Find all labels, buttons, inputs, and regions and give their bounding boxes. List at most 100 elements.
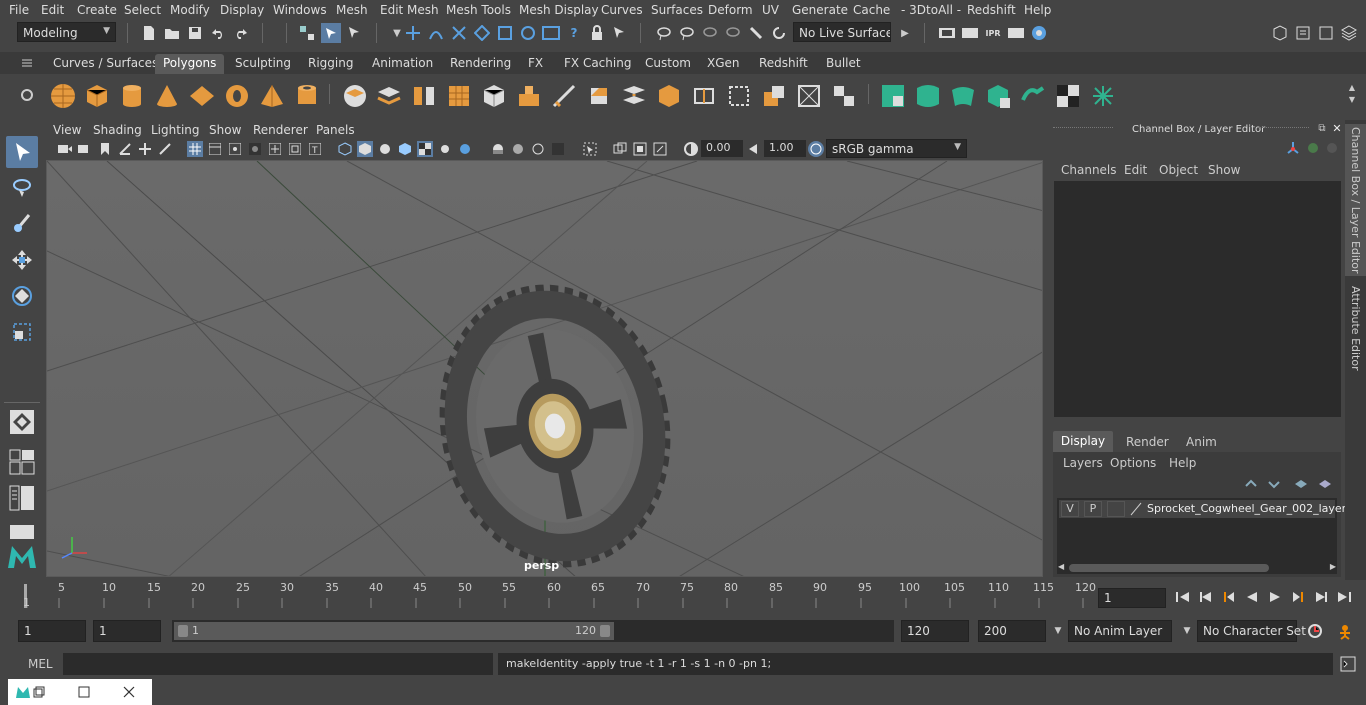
render-frame-icon[interactable]: [961, 24, 979, 42]
menu-edit[interactable]: Edit: [1124, 163, 1147, 177]
go-to-end-icon[interactable]: [1335, 588, 1353, 606]
play-forward-icon[interactable]: [1266, 588, 1284, 606]
tab-display[interactable]: Display: [1053, 431, 1113, 452]
render-settings-icon[interactable]: [938, 24, 956, 42]
camera-icon[interactable]: [57, 141, 73, 157]
channel-list[interactable]: [1054, 181, 1341, 417]
range-slider-thumb[interactable]: 1 120: [174, 622, 614, 640]
character-set-dropdown[interactable]: No Character Set: [1197, 620, 1306, 642]
gamma-icon[interactable]: [746, 141, 762, 157]
tab-render[interactable]: Render: [1126, 435, 1169, 449]
snap-surface-icon[interactable]: [496, 24, 514, 42]
shelf-menu-icon[interactable]: [18, 54, 36, 72]
close-icon[interactable]: [120, 683, 138, 701]
uv-unfold-icon[interactable]: [1017, 80, 1049, 112]
tab-anim[interactable]: Anim: [1186, 435, 1217, 449]
color-management-icon[interactable]: [808, 141, 824, 157]
range-handle-left[interactable]: [178, 625, 188, 637]
panel-grip[interactable]: [1259, 127, 1309, 131]
zoom-fit-icon[interactable]: [652, 141, 668, 157]
render-view-icon[interactable]: [1007, 24, 1025, 42]
menu-help[interactable]: Help: [1169, 456, 1196, 470]
image-plane-icon[interactable]: [117, 141, 133, 157]
uv-spherical-icon[interactable]: [947, 80, 979, 112]
uv-auto-icon[interactable]: [982, 80, 1014, 112]
append-icon[interactable]: [688, 80, 720, 112]
restore-icon[interactable]: [30, 683, 48, 701]
exposure-field[interactable]: 0.00: [701, 140, 743, 157]
tab-fx-caching[interactable]: FX Caching: [556, 54, 639, 74]
menu-edit[interactable]: Edit: [41, 3, 64, 17]
tab-animation[interactable]: Animation: [364, 54, 441, 74]
extrude-icon[interactable]: [513, 80, 545, 112]
tab-rigging[interactable]: Rigging: [300, 54, 361, 74]
combine-icon[interactable]: [339, 80, 371, 112]
lasso-icon[interactable]: [724, 24, 742, 42]
offset-edge-icon[interactable]: [758, 80, 790, 112]
select-hierarchy-icon[interactable]: [298, 24, 316, 42]
snap-view-icon[interactable]: [519, 24, 537, 42]
grid-icon[interactable]: [187, 141, 203, 157]
tab-bullet[interactable]: Bullet: [818, 54, 869, 74]
magnet-icon[interactable]: [747, 24, 765, 42]
menu-uv[interactable]: UV: [762, 3, 779, 17]
safe-action-icon[interactable]: [287, 141, 303, 157]
perspective-viewport[interactable]: persp: [46, 160, 1043, 577]
playback-end-field[interactable]: 120: [901, 620, 969, 642]
new-layer-selected-icon[interactable]: [1317, 476, 1333, 492]
frame-all-icon[interactable]: [612, 141, 628, 157]
depth-of-field-icon[interactable]: [550, 141, 566, 157]
bookmark-icon[interactable]: [97, 141, 113, 157]
animation-prefs-icon[interactable]: [1336, 622, 1354, 640]
exposure-icon[interactable]: [683, 141, 699, 157]
poly-torus-icon[interactable]: [221, 80, 253, 112]
layer-color-swatch[interactable]: [1129, 501, 1143, 517]
chevron-left-icon[interactable]: ◀: [1058, 562, 1064, 571]
pencil-icon[interactable]: [157, 141, 173, 157]
poly-cone-icon[interactable]: [151, 80, 183, 112]
poly-pyramid-icon[interactable]: [256, 80, 288, 112]
menu-curves[interactable]: Curves: [601, 3, 643, 17]
tab-xgen[interactable]: XGen: [699, 54, 748, 74]
panel-grip[interactable]: [1053, 127, 1113, 131]
menu-modify[interactable]: Modify: [170, 3, 210, 17]
rotate-tool-icon[interactable]: [6, 280, 38, 312]
horizontal-scrollbar[interactable]: ◀ ▶: [1057, 562, 1337, 574]
uv-checker-icon[interactable]: [1052, 80, 1084, 112]
menu-windows[interactable]: Windows: [273, 3, 327, 17]
animation-start-field[interactable]: 1: [18, 620, 86, 642]
menu-redshift[interactable]: Redshift: [967, 3, 1016, 17]
open-scene-icon[interactable]: [163, 24, 181, 42]
make-live-icon[interactable]: [542, 24, 560, 42]
tab-redshift[interactable]: Redshift: [751, 54, 816, 74]
menu-create[interactable]: Create: [77, 3, 117, 17]
new-scene-icon[interactable]: [140, 24, 158, 42]
grid-toggle-icon[interactable]: [137, 141, 153, 157]
scale-tool-icon[interactable]: [6, 316, 38, 348]
motion-blur-icon[interactable]: [510, 141, 526, 157]
tab-rendering[interactable]: Rendering: [442, 54, 519, 74]
poly-pipe-icon[interactable]: [291, 80, 323, 112]
select-tool-icon[interactable]: [6, 136, 38, 168]
snap-projected-icon[interactable]: [473, 24, 491, 42]
lock-icon[interactable]: [588, 24, 606, 42]
refresh-icon[interactable]: [770, 24, 788, 42]
gate-mask-icon[interactable]: [247, 141, 263, 157]
step-back-key-icon[interactable]: [1197, 588, 1215, 606]
wireframe-on-shaded-icon[interactable]: [377, 141, 393, 157]
hypershade-icon[interactable]: [1030, 24, 1048, 42]
paint-select-tool-icon[interactable]: [6, 208, 38, 240]
xray-icon[interactable]: [457, 141, 473, 157]
tab-sculpting[interactable]: Sculpting: [227, 54, 299, 74]
float-icon[interactable]: ⧉: [1315, 121, 1329, 135]
script-editor-icon[interactable]: [1339, 655, 1357, 673]
ipr-icon[interactable]: IPR: [984, 24, 1002, 42]
playback-start-field[interactable]: 1: [93, 620, 161, 642]
gamma-field[interactable]: 1.00: [764, 140, 806, 157]
color-space-dropdown[interactable]: sRGB gamma ▼: [826, 139, 967, 158]
move-layer-up-icon[interactable]: [1243, 476, 1259, 492]
gear-icon[interactable]: [18, 86, 36, 104]
resolution-gate-icon[interactable]: [227, 141, 243, 157]
chevron-down-icon[interactable]: ▼: [1343, 90, 1361, 108]
close-icon[interactable]: ✕: [1330, 121, 1344, 135]
